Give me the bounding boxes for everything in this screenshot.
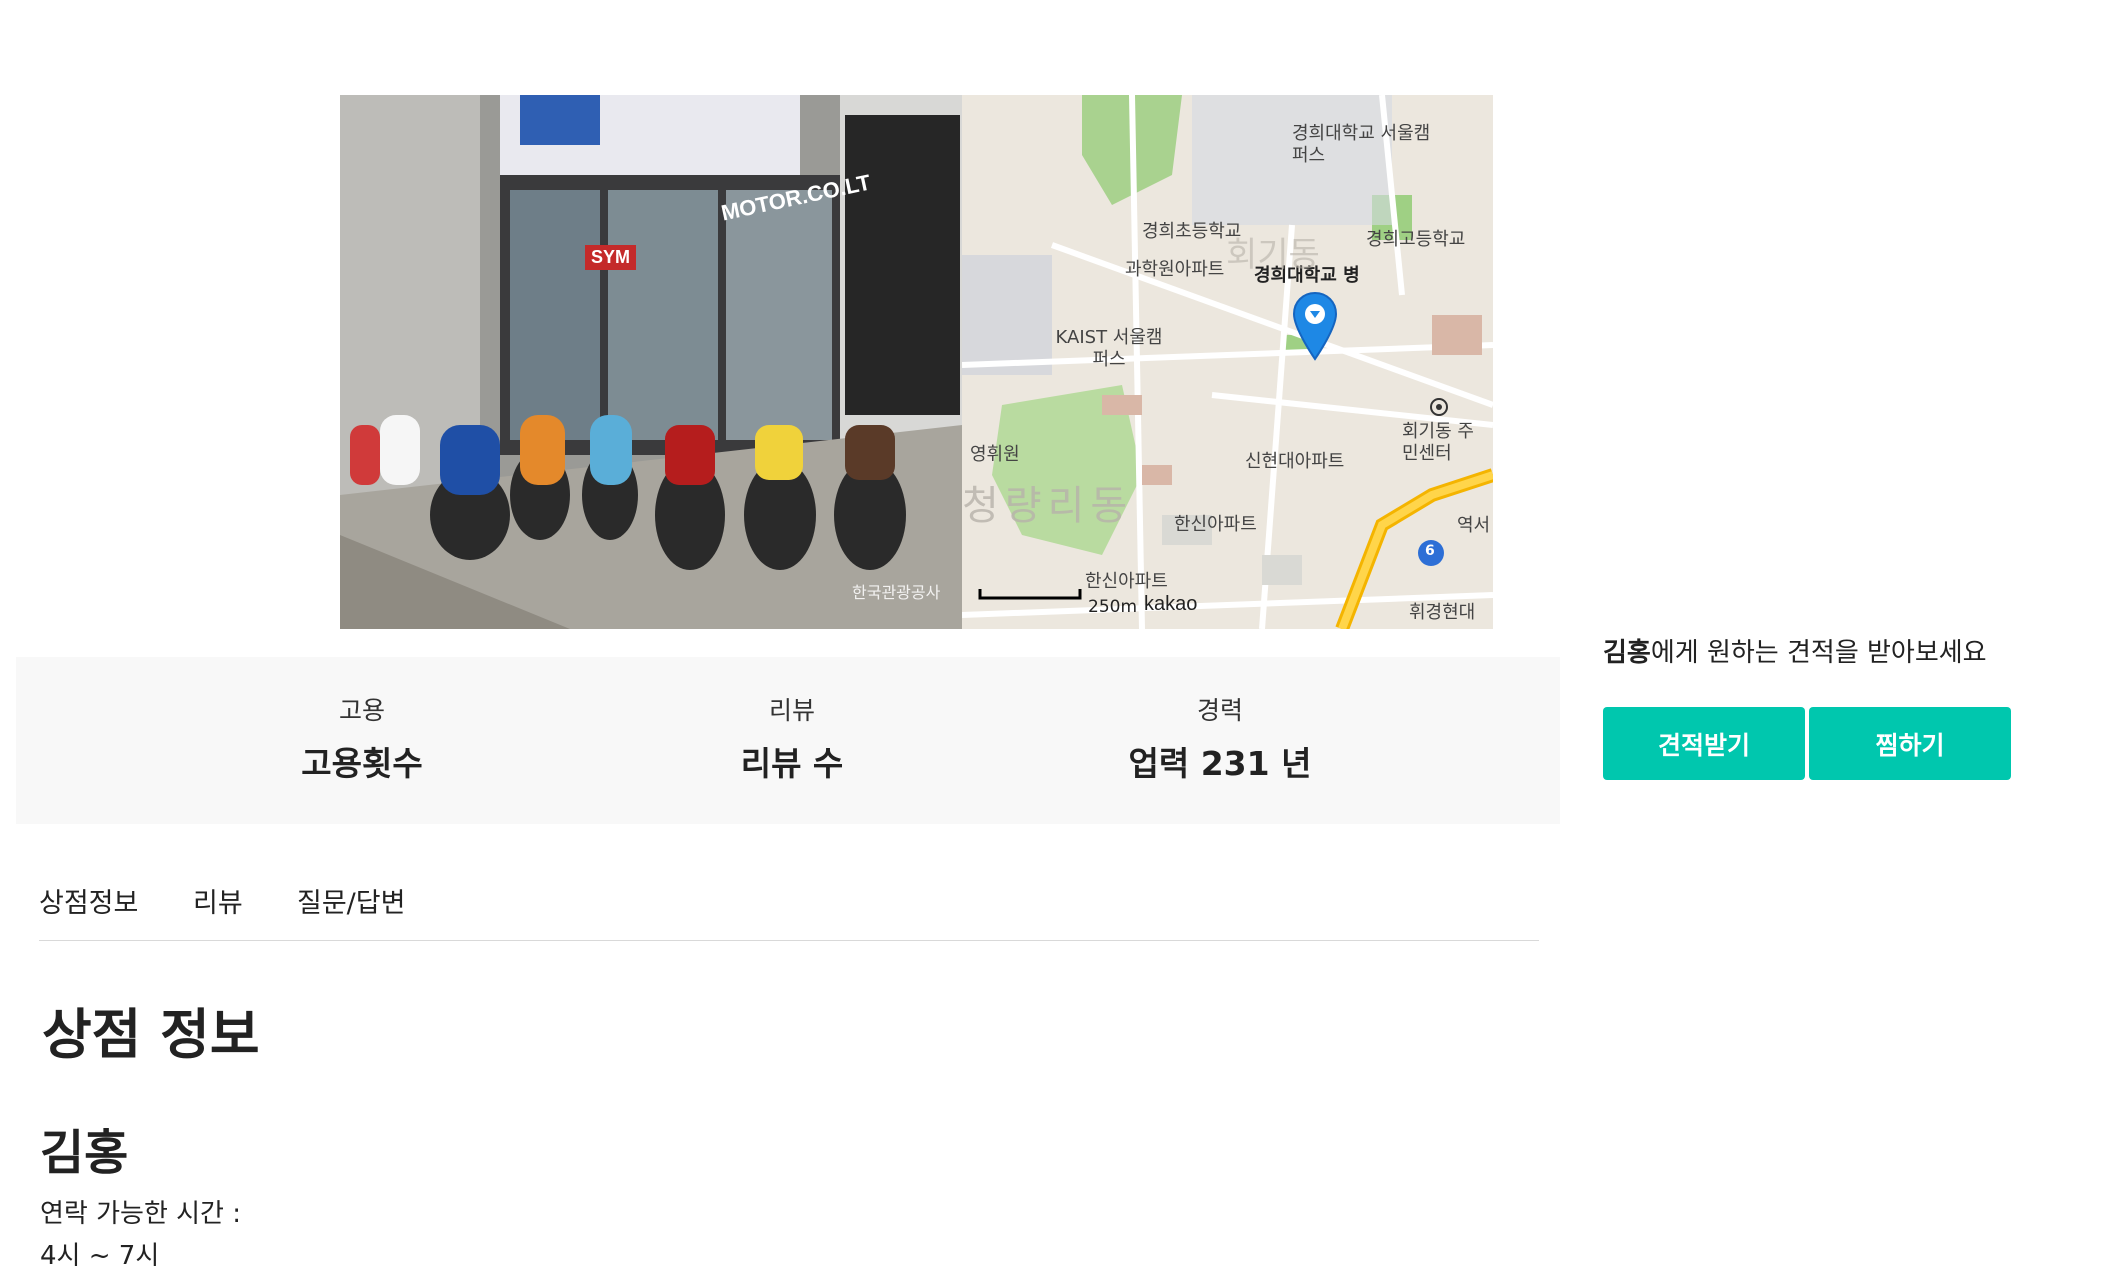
stat-label: 리뷰 bbox=[768, 696, 815, 725]
page-title: 상점 정보 bbox=[42, 1003, 260, 1066]
map-label: 과학원아파트 bbox=[1125, 259, 1225, 280]
map-label: 회기동 주민센터 bbox=[1402, 421, 1474, 464]
stats-band: 고용 고용횟수 리뷰 리뷰 수 경력 업력 231 년 bbox=[16, 657, 1560, 824]
tab-bar: 상점정보 리뷰 질문/답변 bbox=[39, 873, 1539, 941]
quote-prompt-text: 에게 원하는 견적을 받아보세요 bbox=[1650, 638, 1987, 668]
map-label: 휘경현대 bbox=[1409, 602, 1476, 623]
map-label: 한신아파트 bbox=[1174, 514, 1257, 535]
tab-reviews[interactable]: 리뷰 bbox=[193, 881, 243, 920]
road-badge: 6 bbox=[1425, 543, 1435, 559]
stat-value: 고용횟수 bbox=[301, 744, 423, 783]
stat-value: 리뷰 수 bbox=[740, 744, 844, 783]
stat-value: 업력 231 년 bbox=[1128, 744, 1312, 783]
photo-watermark: 한국관광공사 bbox=[852, 583, 941, 602]
get-quote-button[interactable]: 견적받기 bbox=[1603, 707, 1805, 780]
map-label: 한신아파트 bbox=[1085, 571, 1168, 592]
quote-prompt: 김홍에게 원하는 견적을 받아보세요 bbox=[1603, 632, 1987, 669]
stat-hires: 고용 고용횟수 bbox=[212, 691, 512, 785]
map-label: 경희대학교 서울캠퍼스 bbox=[1292, 123, 1431, 166]
stat-reviews: 리뷰 리뷰 수 bbox=[642, 691, 942, 785]
favorite-button[interactable]: 찜하기 bbox=[1809, 707, 2011, 780]
location-marker-icon[interactable] bbox=[1292, 291, 1338, 361]
quote-shop-name: 김홍 bbox=[1603, 638, 1651, 668]
map-label: 회기동 bbox=[1226, 235, 1320, 275]
map-label: KAIST 서울캠퍼스 bbox=[1055, 327, 1163, 370]
hero-images: MOTOR.CO.LT SYM 한국관광공사 경희대학교 서울캠퍼스 경희초등학… bbox=[340, 95, 1493, 629]
shop-photo: MOTOR.CO.LT SYM 한국관광공사 bbox=[340, 95, 962, 629]
contact-hours-label: 연락 가능한 시간 : bbox=[40, 1199, 241, 1229]
location-map[interactable]: 경희대학교 서울캠퍼스 경희초등학교 경희고등학교 과학원아파트 경희대학교 병… bbox=[962, 95, 1493, 629]
contact-hours-value: 4시 ~ 7시 bbox=[40, 1241, 160, 1267]
map-brand: kakao bbox=[1144, 593, 1198, 615]
map-label: 경희고등학교 bbox=[1366, 229, 1466, 250]
tab-shop-info[interactable]: 상점정보 bbox=[39, 881, 138, 920]
map-label: 신현대아파트 bbox=[1245, 451, 1345, 472]
map-scale-label: 250m bbox=[1088, 597, 1138, 617]
map-label: 영휘원 bbox=[970, 444, 1020, 465]
brand-sign-text: SYM bbox=[585, 245, 637, 270]
stat-label: 경력 bbox=[1196, 696, 1243, 725]
map-label: 청량리동 bbox=[962, 483, 1134, 529]
shop-name: 김홍 bbox=[40, 1125, 129, 1181]
tab-qna[interactable]: 질문/답변 bbox=[297, 881, 405, 920]
stat-career: 경력 업력 231 년 bbox=[1070, 691, 1370, 785]
map-label: 역서 bbox=[1457, 515, 1491, 536]
stat-label: 고용 bbox=[338, 696, 385, 725]
